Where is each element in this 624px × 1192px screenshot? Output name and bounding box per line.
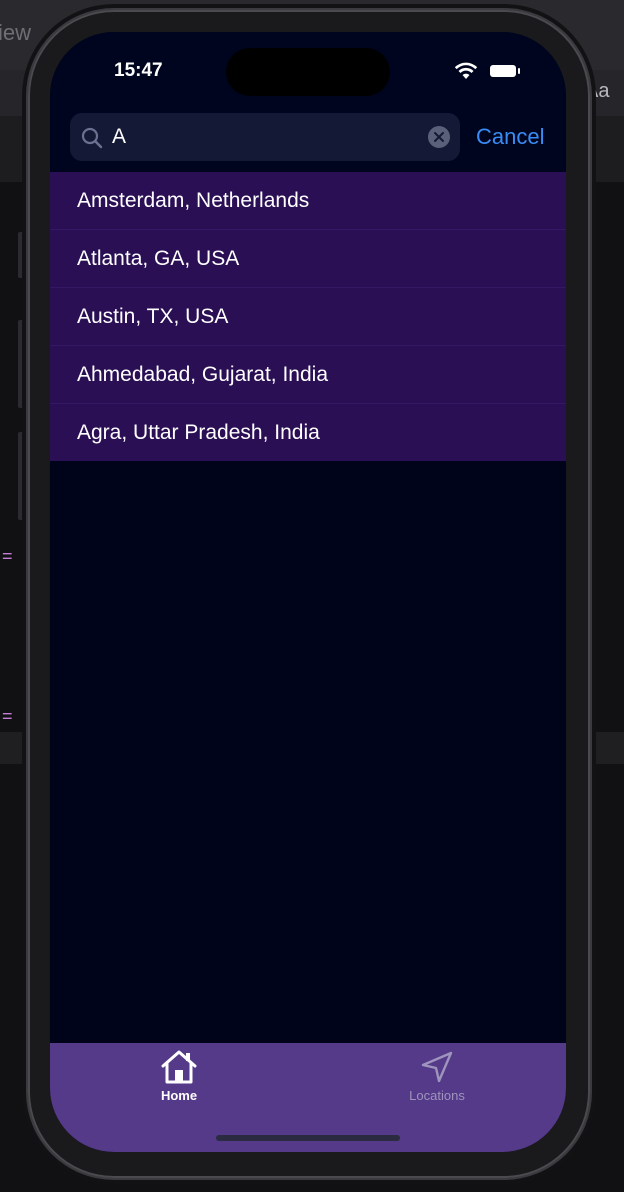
- tab-locations[interactable]: Locations: [367, 1049, 507, 1109]
- phone-screen: 15:47 A Cancel Amsterdam, Netherlands At…: [50, 32, 566, 1152]
- result-item-agra[interactable]: Agra, Uttar Pradesh, India: [50, 404, 566, 461]
- editor-view-label: iew: [0, 20, 32, 45]
- result-item-amsterdam[interactable]: Amsterdam, Netherlands: [50, 172, 566, 230]
- clear-search-button[interactable]: [428, 126, 450, 148]
- battery-icon: [490, 65, 520, 77]
- editor-gutter-marker: [18, 432, 26, 520]
- editor-code-marker: =: [2, 546, 13, 566]
- result-item-ahmedabad[interactable]: Ahmedabad, Gujarat, India: [50, 346, 566, 404]
- tab-home[interactable]: Home: [109, 1049, 249, 1109]
- status-bar: 15:47: [50, 32, 566, 112]
- editor-gutter-marker: [18, 232, 26, 278]
- result-item-austin[interactable]: Austin, TX, USA: [50, 288, 566, 346]
- result-item-atlanta[interactable]: Atlanta, GA, USA: [50, 230, 566, 288]
- magnifying-glass-icon: [81, 127, 103, 149]
- wifi-icon: [454, 62, 478, 79]
- home-indicator: [216, 1135, 400, 1141]
- tab-locations-label: Locations: [409, 1088, 465, 1103]
- location-arrow-icon: [421, 1051, 453, 1083]
- editor-gutter-marker: [18, 320, 26, 408]
- search-results-list: Amsterdam, Netherlands Atlanta, GA, USA …: [50, 172, 566, 461]
- tab-home-label: Home: [160, 1088, 198, 1103]
- house-icon: [161, 1050, 197, 1084]
- clear-x-icon: [434, 132, 444, 142]
- search-input-value: A: [112, 125, 127, 148]
- search-bar: A Cancel: [50, 112, 566, 172]
- editor-code-marker: =: [2, 706, 13, 726]
- dynamic-island: [226, 48, 390, 96]
- search-input[interactable]: A: [70, 113, 460, 161]
- cancel-button[interactable]: Cancel: [476, 124, 544, 150]
- status-time: 15:47: [114, 60, 163, 81]
